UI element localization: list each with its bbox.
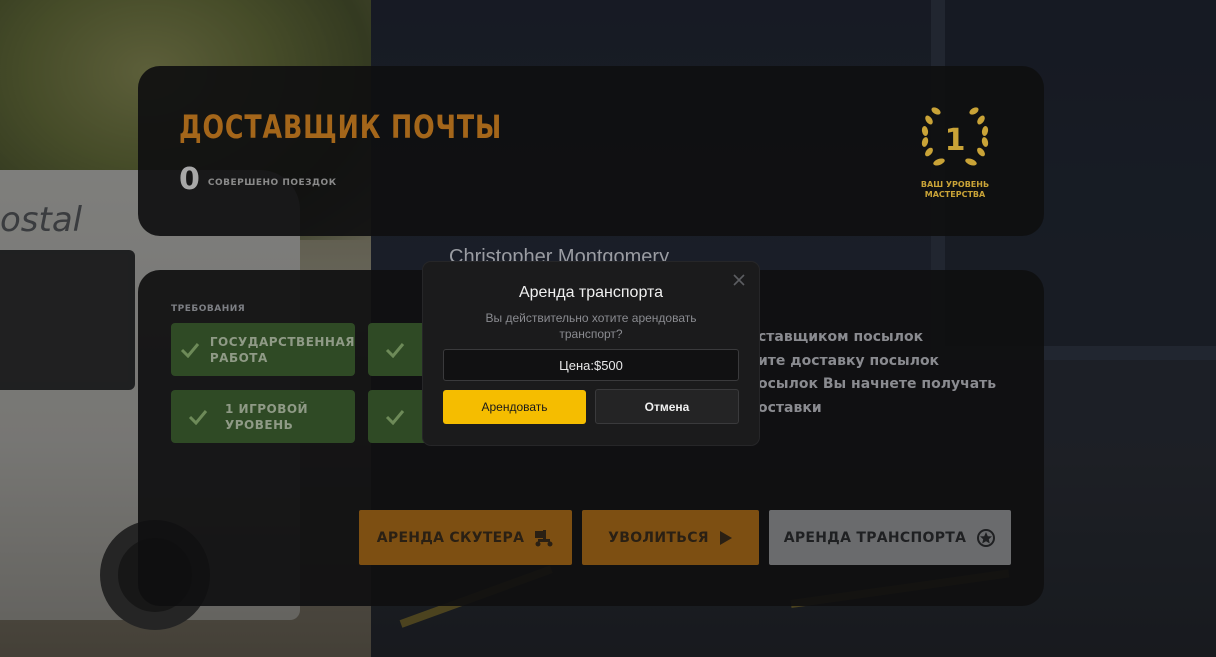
rent-transport-dialog: Аренда транспорта Вы действительно хотит… xyxy=(423,262,759,445)
quit-job-button[interactable]: УВОЛИТЬСЯ xyxy=(582,510,759,565)
requirement-label: 1 ИГРОВОЙ УРОВЕНЬ xyxy=(225,401,309,432)
mastery-label: ВАШ УРОВЕНЬ МАСТЕРСТВА xyxy=(920,180,990,199)
rent-scooter-button[interactable]: АРЕНДА СКУТЕРА xyxy=(359,510,572,565)
check-icon xyxy=(368,342,422,358)
scooter-icon xyxy=(535,529,553,546)
requirements-title: ТРЕБОВАНИЯ xyxy=(171,304,246,314)
play-icon xyxy=(719,530,732,545)
laurel-wreath-icon: 1 xyxy=(921,107,989,166)
trips-label: СОВЕРШЕНО ПОЕЗДОК xyxy=(207,177,337,188)
confirm-rent-button[interactable]: Арендовать xyxy=(443,390,586,424)
dialog-message: Вы действительно хотите арендовать транс… xyxy=(485,311,697,341)
quit-job-label: УВОЛИТЬСЯ xyxy=(608,529,709,546)
dialog-title: Аренда транспорта xyxy=(518,284,664,301)
requirement-item: 1 ИГРОВОЙ УРОВЕНЬ xyxy=(171,390,355,443)
cancel-button[interactable]: Отмена xyxy=(595,389,739,424)
description-line: ите доставку посылок xyxy=(758,352,940,369)
trips-counter: 0 СОВЕРШЕНО ПОЕЗДОК xyxy=(179,162,337,197)
trips-count: 0 xyxy=(179,162,200,197)
job-header-card: ДОСТАВЩИК ПОЧТЫ 0 СОВЕРШЕНО ПОЕЗДОК 1 ВА… xyxy=(138,66,1044,236)
wheel-icon xyxy=(977,528,996,547)
check-icon xyxy=(171,342,210,358)
rent-transport-label: АРЕНДА ТРАНСПОРТА xyxy=(783,529,967,546)
description-line: оставки xyxy=(758,399,822,416)
requirement-item: ГОСУДАРСТВЕННАЯ РАБОТА xyxy=(171,323,355,376)
job-description: ставщиком посылок ите доставку посылок о… xyxy=(758,326,996,420)
mastery-level: 1 xyxy=(945,123,966,158)
description-line: ставщиком посылок xyxy=(758,329,924,345)
rent-scooter-label: АРЕНДА СКУТЕРА xyxy=(376,529,525,546)
check-icon xyxy=(368,409,422,425)
mastery-badge: 1 ВАШ УРОВЕНЬ МАСТЕРСТВА xyxy=(910,102,1000,200)
requirement-label: ГОСУДАРСТВЕННАЯ РАБОТА xyxy=(209,334,355,365)
job-title: ДОСТАВЩИК ПОЧТЫ xyxy=(179,108,503,146)
check-icon xyxy=(171,409,225,425)
price-field: Цена:$500 xyxy=(443,349,739,381)
rent-transport-button[interactable]: АРЕНДА ТРАНСПОРТА xyxy=(769,510,1011,565)
description-line: осылок Вы начнете получать xyxy=(758,376,997,392)
